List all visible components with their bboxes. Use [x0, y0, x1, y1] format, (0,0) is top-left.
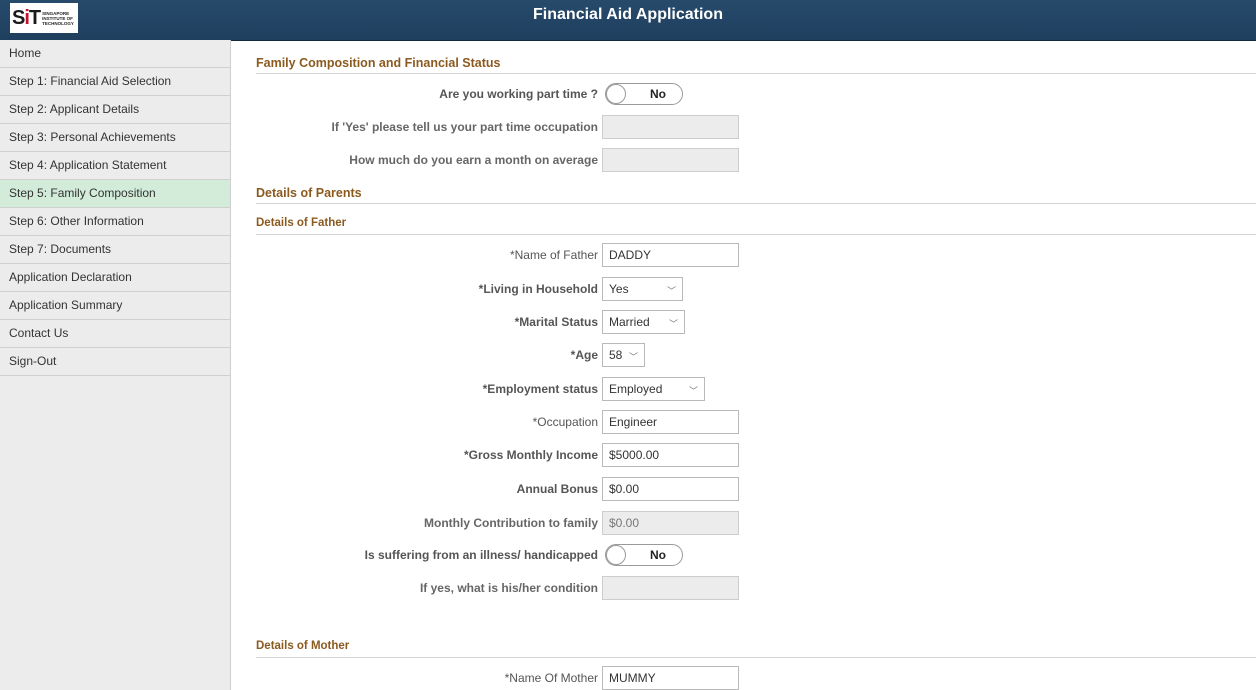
gross-income-row: *Gross Monthly Income $5000.00 [231, 443, 1256, 467]
sidebar-item-sign-out[interactable]: Sign-Out [0, 348, 230, 376]
marital-status-label: *Marital Status [514, 315, 598, 329]
part-time-toggle[interactable]: No [605, 83, 683, 105]
gross-income-label: *Gross Monthly Income [463, 448, 598, 462]
family-composition-heading: Family Composition and Financial Status [256, 56, 1256, 74]
sidebar-item-home[interactable]: Home [0, 40, 230, 68]
part-time-occupation-label: If 'Yes' please tell us your part time o… [331, 120, 598, 134]
sidebar-item-contact-us[interactable]: Contact Us [0, 320, 230, 348]
monthly-earning-field[interactable] [602, 148, 739, 172]
toggle-knob-icon [606, 545, 626, 565]
employment-status-label: *Employment status [482, 382, 598, 396]
chevron-down-icon: ﹀ [666, 286, 676, 296]
part-time-occupation-field[interactable] [602, 115, 739, 139]
living-household-value: Yes [609, 282, 629, 296]
occupation-field[interactable]: Engineer [602, 410, 739, 434]
sidebar-item-other-information[interactable]: Step 6: Other Information [0, 208, 230, 236]
illness-label: Is suffering from an illness/ handicappe… [364, 548, 598, 562]
marital-status-select[interactable]: Married ﹀ [602, 310, 685, 334]
condition-field[interactable] [602, 576, 739, 600]
age-select[interactable]: 58 ﹀ [602, 343, 645, 367]
toggle-knob-icon [606, 84, 626, 104]
app-header: SiT SINGAPORE INSTITUTE OF TECHNOLOGY Fi… [0, 0, 1256, 41]
age-row: *Age 58 ﹀ [231, 343, 1256, 367]
employment-status-select[interactable]: Employed ﹀ [602, 377, 705, 401]
occupation-row: *Occupation Engineer [231, 410, 1256, 434]
chevron-down-icon: ﹀ [668, 319, 678, 329]
monthly-contribution-row: Monthly Contribution to family $0.00 [231, 511, 1256, 535]
sidebar-item-applicant-details[interactable]: Step 2: Applicant Details [0, 96, 230, 124]
sidebar-item-family-composition[interactable]: Step 5: Family Composition [0, 180, 230, 208]
sidebar-nav: Home Step 1: Financial Aid Selection Ste… [0, 40, 231, 690]
condition-label: If yes, what is his/her condition [419, 581, 598, 595]
mother-heading: Details of Mother [256, 640, 1256, 658]
illness-toggle[interactable]: No [605, 544, 683, 566]
employment-status-value: Employed [609, 382, 663, 396]
father-name-row: *Name of Father DADDY [231, 243, 1256, 267]
sidebar-item-application-statement[interactable]: Step 4: Application Statement [0, 152, 230, 180]
sidebar-item-personal-achievements[interactable]: Step 3: Personal Achievements [0, 124, 230, 152]
sidebar-item-documents[interactable]: Step 7: Documents [0, 236, 230, 264]
part-time-label: Are you working part time ? [439, 87, 598, 101]
occupation-label: *Occupation [532, 415, 598, 429]
living-household-select[interactable]: Yes ﹀ [602, 277, 683, 301]
part-time-toggle-label: No [650, 87, 666, 101]
age-value: 58 [609, 348, 623, 362]
chevron-down-icon: ﹀ [628, 352, 638, 362]
annual-bonus-label: Annual Bonus [516, 482, 598, 496]
father-name-field[interactable]: DADDY [602, 243, 739, 267]
mother-name-label: *Name Of Mother [504, 671, 598, 685]
living-household-row: *Living in Household Yes ﹀ [231, 277, 1256, 301]
monthly-earning-row: How much do you earn a month on average [231, 148, 1256, 172]
mother-name-field[interactable]: MUMMY [602, 666, 739, 690]
father-heading: Details of Father [256, 217, 1256, 235]
condition-row: If yes, what is his/her condition [231, 576, 1256, 600]
chevron-down-icon: ﹀ [688, 386, 698, 396]
monthly-earning-label: How much do you earn a month on average [349, 153, 598, 167]
sidebar-item-application-declaration[interactable]: Application Declaration [0, 264, 230, 292]
main-content: Family Composition and Financial Status … [231, 40, 1256, 690]
parents-heading: Details of Parents [256, 186, 1256, 204]
sidebar-item-application-summary[interactable]: Application Summary [0, 292, 230, 320]
father-name-label: *Name of Father [509, 248, 598, 262]
annual-bonus-row: Annual Bonus $0.00 [231, 477, 1256, 501]
annual-bonus-field[interactable]: $0.00 [602, 477, 739, 501]
illness-toggle-label: No [650, 548, 666, 562]
part-time-occupation-row: If 'Yes' please tell us your part time o… [231, 115, 1256, 139]
mother-name-row: *Name Of Mother MUMMY [231, 666, 1256, 690]
gross-income-field[interactable]: $5000.00 [602, 443, 739, 467]
age-label: *Age [570, 348, 598, 362]
monthly-contribution-field[interactable]: $0.00 [602, 511, 739, 535]
page-title: Financial Aid Application [533, 6, 723, 23]
employment-status-row: *Employment status Employed ﹀ [231, 377, 1256, 401]
marital-status-value: Married [609, 315, 650, 329]
living-household-label: *Living in Household [478, 282, 598, 296]
illness-row: Is suffering from an illness/ handicappe… [231, 543, 1256, 567]
monthly-contribution-label: Monthly Contribution to family [424, 516, 598, 530]
sidebar-item-financial-aid-selection[interactable]: Step 1: Financial Aid Selection [0, 68, 230, 96]
marital-status-row: *Marital Status Married ﹀ [231, 310, 1256, 334]
part-time-row: Are you working part time ? No [231, 82, 1256, 106]
